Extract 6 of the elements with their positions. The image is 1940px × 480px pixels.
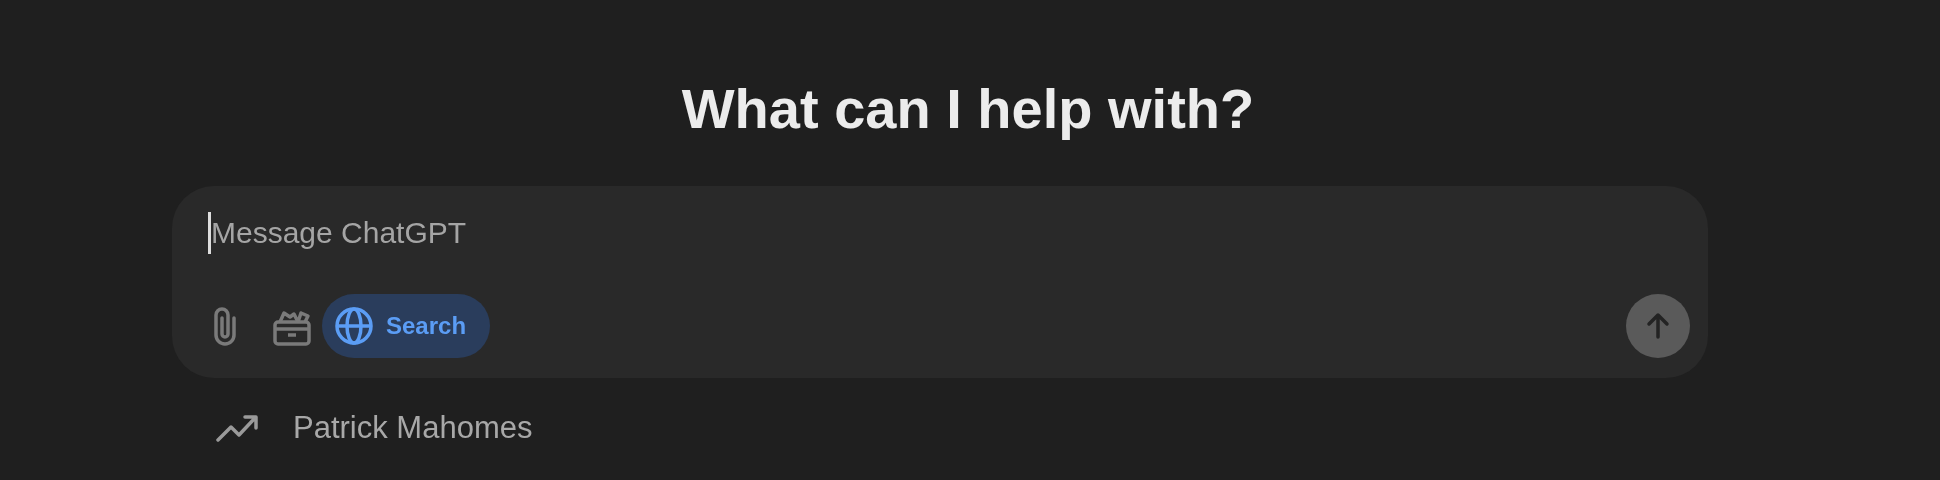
globe-icon xyxy=(334,306,374,346)
message-input[interactable]: Message ChatGPT xyxy=(208,212,911,254)
page-heading: What can I help with? xyxy=(681,76,1256,142)
suggestion-link[interactable]: Patrick Mahomes xyxy=(293,410,533,446)
trending-up-icon xyxy=(215,413,259,443)
search-toggle[interactable]: Search xyxy=(322,294,491,358)
